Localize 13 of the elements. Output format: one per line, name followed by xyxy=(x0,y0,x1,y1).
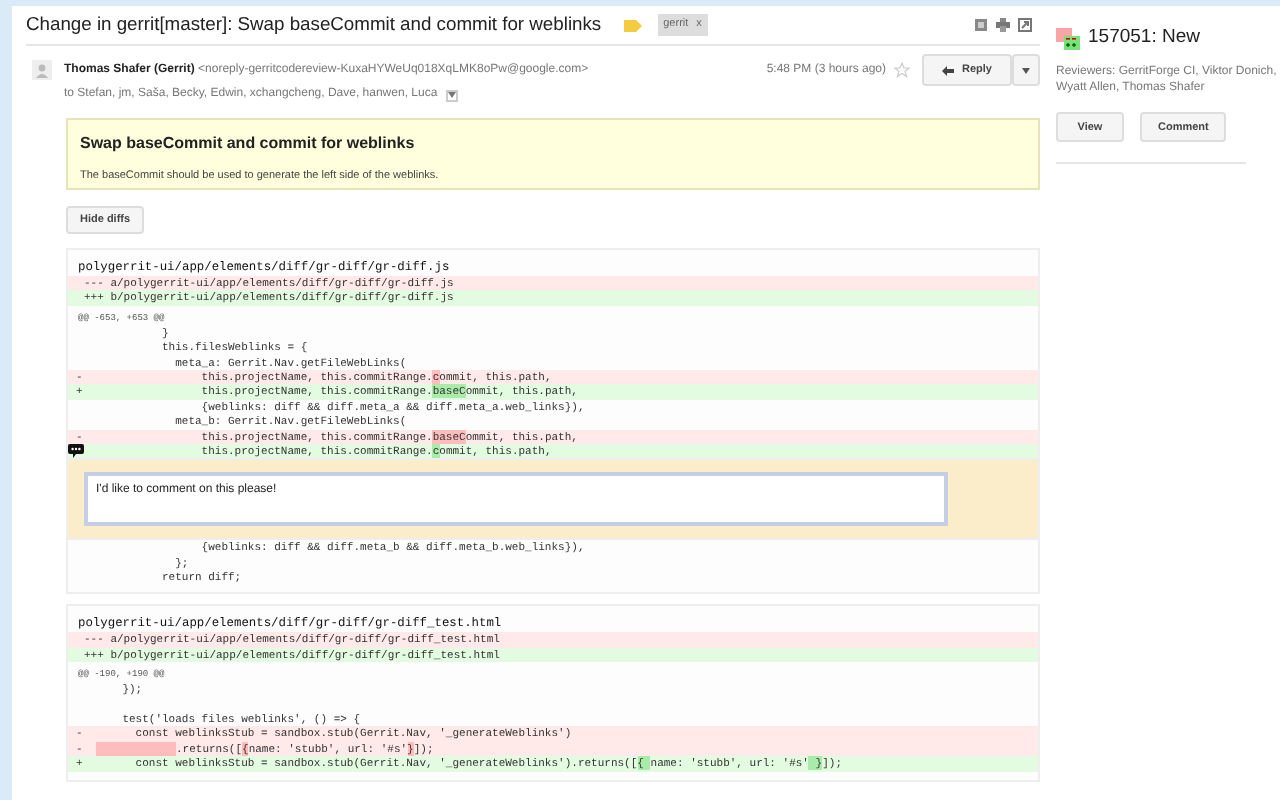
summary-title: Swap baseCommit and commit for weblinks xyxy=(80,132,417,156)
change-title: 157051: New xyxy=(1088,24,1200,52)
speech-bubble-icon[interactable] xyxy=(68,443,84,458)
email-subject: Change in gerrit[master]: Swap baseCommit and commit for weblinks xyxy=(26,10,602,39)
reply-icon xyxy=(942,65,955,75)
diff-logo-icon xyxy=(1056,27,1080,50)
more-button[interactable] xyxy=(1012,54,1040,86)
square-icon[interactable] xyxy=(974,18,988,32)
popout-icon[interactable] xyxy=(1018,18,1032,32)
avatar-icon xyxy=(32,60,52,80)
star-icon[interactable] xyxy=(894,62,911,78)
caret-icon xyxy=(1022,67,1030,73)
details-toggle[interactable] xyxy=(445,89,458,101)
